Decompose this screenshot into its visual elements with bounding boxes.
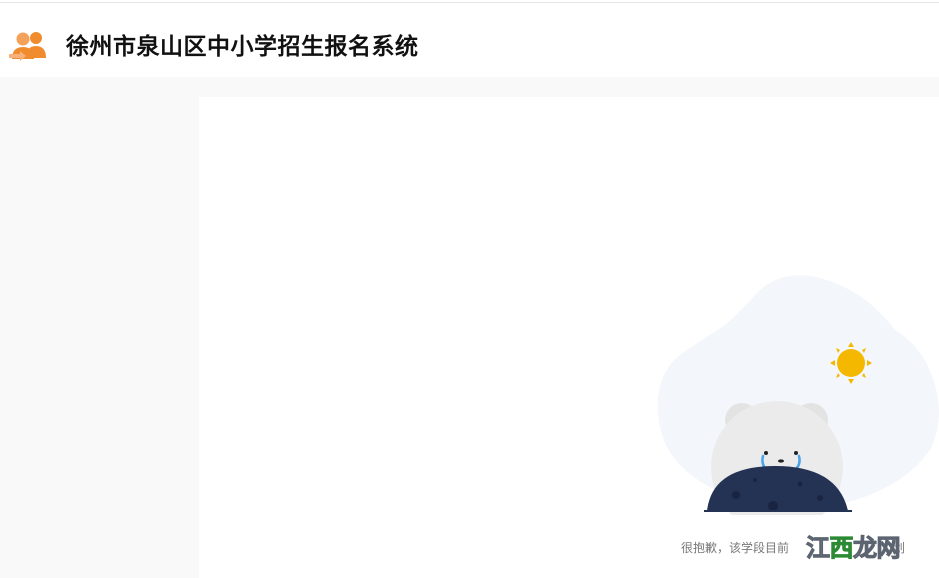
watermark-text: 江西龙网	[806, 533, 902, 563]
watermark-char-2: 西	[829, 533, 854, 563]
page-title: 徐州市泉山区中小学招生报名系统	[66, 34, 419, 60]
header-bar: 徐州市泉山区中小学招生报名系统	[0, 3, 939, 77]
watermark-char-3: 龙网	[853, 533, 902, 563]
site-watermark: 江西龙网	[806, 530, 910, 566]
empty-message-text: 很抱歉，该学段目前	[681, 541, 790, 555]
page: 徐州市泉山区中小学招生报名系统 很抱歉，该学段目前 划 江西龙网	[0, 0, 939, 578]
empty-state-illustration	[650, 270, 939, 533]
sidebar-panel	[0, 77, 199, 578]
users-group-icon	[8, 28, 48, 64]
watermark-char-1: 江	[806, 533, 831, 563]
